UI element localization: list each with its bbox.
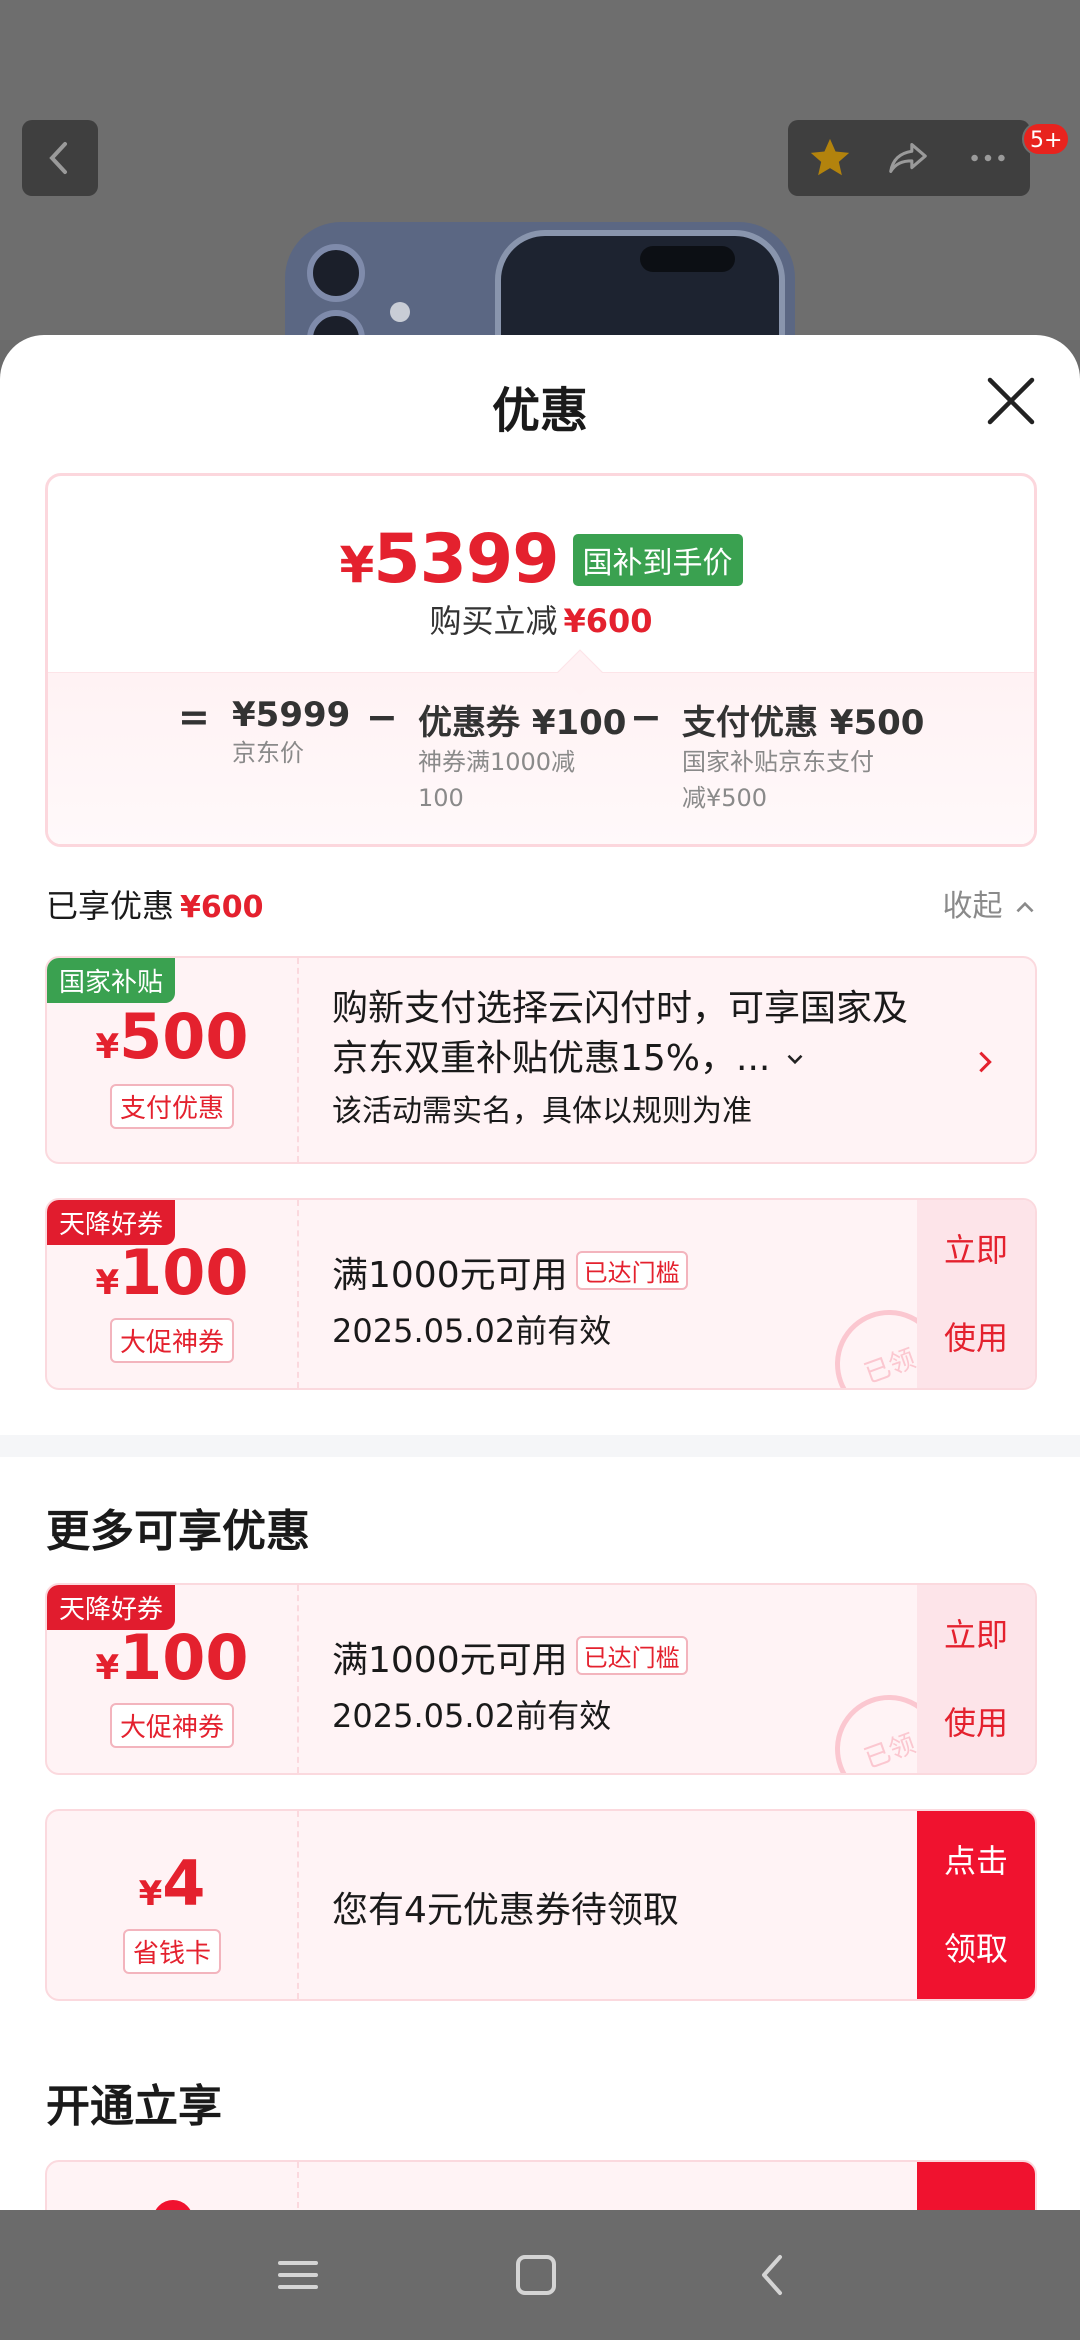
- back-nav-button[interactable]: [744, 2245, 804, 2305]
- jd-price-label: 京东价: [232, 739, 304, 767]
- product-image: [285, 222, 795, 340]
- use-now-button[interactable]: 立即 使用: [917, 1585, 1035, 1773]
- menu-icon: [278, 2261, 318, 2289]
- coupon-tag: 国家补贴: [47, 958, 176, 1003]
- discount-sheet: 优惠 ¥5399 国补到手价 购买立减 ¥600 = ¥5999 京东价 − 优惠…: [0, 335, 1080, 2210]
- back-chevron-icon: [762, 2255, 782, 2295]
- price-formula: = ¥5999 京东价 − 优惠券 ¥100 神券满1000减 100 − 支付…: [48, 672, 1034, 844]
- home-nav-button[interactable]: [506, 2245, 566, 2305]
- coupon-card: 天降好券 ¥100 大促神券 满1000元可用 已达门槛 2025.05.02前有…: [45, 1198, 1037, 1390]
- coupon-type: 支付优惠: [109, 1084, 235, 1129]
- more-offers-title: 更多可享优惠: [46, 1506, 310, 1557]
- membership-icon: [153, 2200, 193, 2210]
- enjoyed-value: ¥600: [180, 890, 264, 925]
- coupon-type: 省钱卡: [122, 1929, 222, 1974]
- final-price-tag: 国补到手价: [572, 533, 743, 586]
- coupon-discount: 优惠券 ¥100: [418, 703, 627, 743]
- final-price: ¥5399: [339, 520, 559, 599]
- coupon-type: 大促神券: [109, 1703, 235, 1748]
- coupon-amount: ¥100: [95, 1236, 249, 1309]
- menu-nav-button[interactable]: [268, 2245, 328, 2305]
- reduce-row: 购买立减 ¥600: [429, 602, 653, 640]
- coupon-amount: ¥100: [95, 1621, 249, 1694]
- close-icon: [987, 377, 1035, 425]
- coupon-amount: ¥4: [138, 1847, 206, 1920]
- collapse-toggle[interactable]: 收起: [942, 881, 1038, 925]
- message-count-badge: 5+: [1022, 122, 1071, 156]
- coupon-validity: 2025.05.02前有效: [332, 1697, 612, 1735]
- minus-sign: −: [630, 695, 662, 739]
- equals-sign: =: [178, 695, 210, 739]
- more-icon[interactable]: [964, 134, 1012, 182]
- share-icon[interactable]: [884, 134, 932, 182]
- coupon-amount: ¥500: [95, 1000, 249, 1073]
- coupon-title: 您有4元优惠券待领取: [332, 1890, 679, 1931]
- chevron-left-icon: [49, 142, 67, 174]
- open-membership-title: 开通立享: [46, 2081, 222, 2132]
- coupon-card: 天降好券 ¥100 大促神券 满1000元可用 已达门槛 2025.05.02前有…: [45, 1583, 1037, 1775]
- chevron-up-icon: [1016, 901, 1034, 913]
- chevron-down-icon[interactable]: [782, 1046, 808, 1072]
- coupon-title: 满1000元可用 已达门槛: [332, 1246, 905, 1298]
- enjoyed-discount-row: 已享优惠 ¥600 收起: [46, 881, 1038, 931]
- threshold-badge: 已达门槛: [575, 1636, 688, 1675]
- membership-card: [45, 2160, 1037, 2210]
- chevron-right-icon[interactable]: [971, 1044, 999, 1080]
- sheet-title: 优惠: [491, 383, 588, 439]
- open-button[interactable]: [917, 2162, 1035, 2210]
- claim-button[interactable]: 点击 领取: [917, 1811, 1035, 1999]
- favorite-star-icon[interactable]: [806, 134, 854, 182]
- coupon-type: 大促神券: [109, 1318, 235, 1363]
- use-now-button[interactable]: 立即 使用: [917, 1200, 1035, 1388]
- minus-sign: −: [366, 695, 398, 739]
- close-button[interactable]: [980, 370, 1042, 432]
- coupon-validity: 2025.05.02前有效: [332, 1312, 612, 1350]
- national-subsidy-coupon[interactable]: 国家补贴 ¥500 支付优惠 购新支付选择云闪付时，可享国家及 京东双重补贴优惠…: [45, 956, 1037, 1164]
- system-nav-bar: [0, 2210, 1080, 2340]
- home-square-icon: [516, 2255, 556, 2295]
- payment-discount: 支付优惠 ¥500: [682, 703, 925, 743]
- back-button[interactable]: [22, 120, 98, 196]
- saver-card-coupon: ¥4 省钱卡 您有4元优惠券待领取 点击 领取: [45, 1809, 1037, 2001]
- top-actions: [788, 120, 1030, 196]
- coupon-title: 满1000元可用 已达门槛: [332, 1631, 905, 1683]
- threshold-badge: 已达门槛: [575, 1251, 688, 1290]
- background-page: 5+: [0, 0, 1080, 340]
- price-summary-card: ¥5399 国补到手价 购买立减 ¥600 = ¥5999 京东价 − 优惠券 ¥…: [45, 473, 1037, 847]
- jd-price: ¥5999: [232, 695, 351, 735]
